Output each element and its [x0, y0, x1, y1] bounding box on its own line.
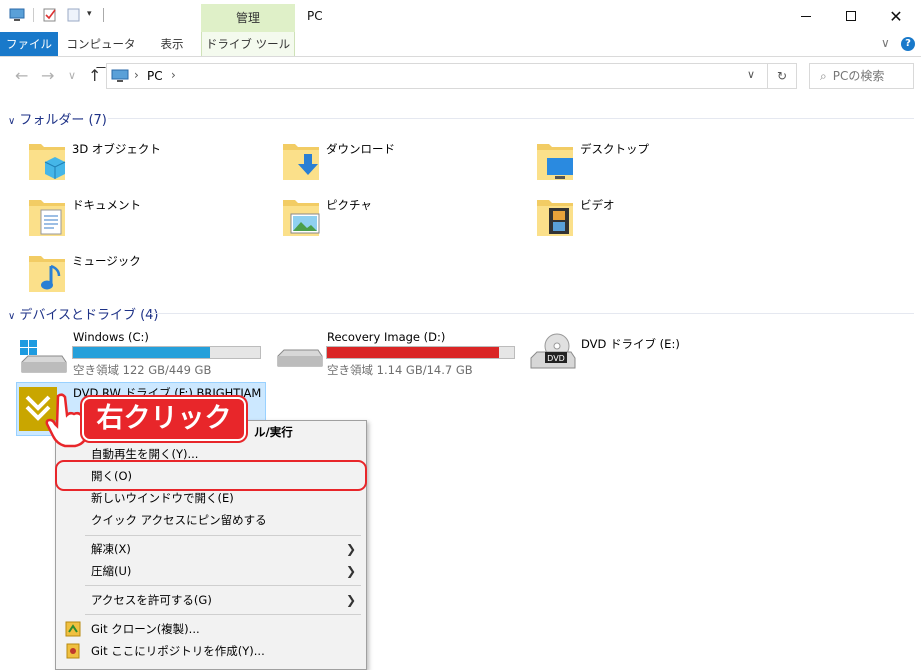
downloads-icon [283, 144, 319, 180]
ribbon-tabs: ファイル コンピューター 表示 ドライブ ツール ∨ ? [0, 32, 921, 75]
drive-name: DVD ドライブ (E:) [581, 337, 680, 351]
menu-item-git-clone[interactable]: Git クローン(複製)... [56, 618, 366, 640]
submenu-arrow-icon: ❯ [345, 542, 356, 556]
context-menu: ル/実行 自動再生を開く(Y)... 開く(O) 新しいウインドウで開く(E) … [55, 420, 367, 670]
manage-context-tab[interactable]: 管理 [201, 4, 295, 32]
drive-free-space: 空き領域 122 GB/449 GB [73, 363, 212, 377]
minimize-button[interactable] [783, 0, 829, 32]
folder-label: ビデオ [580, 198, 615, 212]
folder-label: デスクトップ [580, 142, 649, 156]
drive-free-space: 空き領域 1.14 GB/14.7 GB [327, 363, 473, 377]
menu-item-extract[interactable]: 解凍(X) ❯ [56, 538, 366, 560]
help-icon[interactable]: ? [901, 37, 915, 51]
videos-icon [537, 200, 573, 236]
menu-item-label: Git ここにリポジトリを作成(Y)... [91, 644, 265, 658]
computer-icon [111, 69, 129, 82]
hard-drive-icon [20, 340, 67, 373]
folder-label: 3D オブジェクト [72, 142, 161, 156]
menu-item-label: アクセスを許可する(G) [91, 593, 212, 607]
breadcrumb-separator-icon[interactable]: › [171, 68, 176, 82]
menu-item-compress[interactable]: 圧縮(U) ❯ [56, 560, 366, 582]
folder-label: ピクチャ [326, 198, 372, 212]
tab-computer[interactable]: コンピューター [62, 32, 140, 75]
menu-separator [85, 535, 361, 536]
folder-documents[interactable]: ドキュメント [27, 194, 227, 244]
divider [150, 313, 914, 314]
folder-3d-objects[interactable]: 3D オブジェクト [27, 138, 227, 188]
refresh-button[interactable]: ↻ [768, 63, 797, 89]
desktop-icon [537, 144, 573, 180]
folders-group-header[interactable]: ∨ フォルダー (7) [8, 109, 107, 128]
tab-file[interactable]: ファイル [0, 32, 58, 56]
menu-item-pin-quick-access[interactable]: クイック アクセスにピン留めする [56, 509, 366, 531]
menu-item-give-access[interactable]: アクセスを許可する(G) ❯ [56, 589, 366, 611]
search-placeholder: PCの検索 [832, 69, 885, 83]
title-bar: ▾ 管理 PC ✕ [0, 0, 921, 32]
menu-item-git-create-repo[interactable]: Git ここにリポジトリを作成(Y)... [56, 640, 366, 662]
drive-usage-bar [72, 346, 261, 359]
dvd-drive-icon: DVD [530, 333, 576, 369]
folder-music[interactable]: ミュージック [27, 250, 227, 300]
folder-downloads[interactable]: ダウンロード [281, 138, 481, 188]
drive-name: Recovery Image (D:) [327, 330, 446, 344]
folder-desktop[interactable]: デスクトップ [535, 138, 735, 188]
address-dropdown-icon[interactable]: ∨ [747, 68, 755, 81]
up-icon[interactable]: ↑ [88, 66, 101, 85]
collapse-chevron-icon[interactable]: ∨ [8, 116, 15, 127]
folder-label: ミュージック [72, 254, 141, 268]
folder-label: ダウンロード [326, 142, 395, 156]
close-button[interactable]: ✕ [873, 0, 919, 32]
3d-objects-icon [29, 144, 66, 180]
submenu-arrow-icon: ❯ [345, 564, 356, 578]
collapse-chevron-icon[interactable]: ∨ [8, 311, 15, 322]
drive-dvd-e[interactable]: DVD DVD ドライブ (E:) [527, 330, 727, 380]
maximize-button[interactable] [828, 0, 874, 32]
search-input[interactable]: ⌕ PCの検索 [809, 63, 914, 89]
drive-windows-c[interactable]: Windows (C:) 空き領域 122 GB/449 GB [18, 328, 268, 378]
drive-name: Windows (C:) [73, 330, 149, 344]
recent-locations-icon[interactable]: ∨ [68, 69, 76, 82]
open-highlight-ring [55, 460, 367, 491]
expand-ribbon-icon[interactable]: ∨ [881, 36, 890, 50]
divider [108, 118, 914, 119]
menu-item-label: 圧縮(U) [91, 564, 132, 578]
search-icon: ⌕ [820, 69, 827, 83]
back-icon[interactable]: ← [15, 66, 28, 85]
svg-text:DVD: DVD [547, 354, 565, 363]
drive-recovery-d[interactable]: Recovery Image (D:) 空き領域 1.14 GB/14.7 GB [272, 328, 522, 378]
tab-drive-tools[interactable]: ドライブ ツール [201, 32, 295, 56]
new-folder-icon[interactable] [66, 8, 82, 22]
submenu-arrow-icon: ❯ [345, 593, 356, 607]
menu-separator [85, 585, 361, 586]
breadcrumb-pc[interactable]: PC [147, 69, 163, 83]
computer-icon [9, 8, 25, 21]
drive-usage-bar [326, 346, 515, 359]
git-clone-icon [65, 621, 81, 637]
breadcrumb-separator-icon: › [134, 68, 139, 82]
folder-label: ドキュメント [72, 198, 141, 212]
devices-group-header[interactable]: ∨ デバイスとドライブ (4) [8, 304, 159, 323]
menu-item-label: Git クローン(複製)... [91, 622, 200, 636]
menu-separator [85, 614, 361, 615]
pictures-icon [283, 200, 320, 236]
customize-qat-icon[interactable]: ▾ [87, 9, 92, 19]
address-bar[interactable]: › PC › ∨ [106, 63, 768, 89]
properties-icon[interactable] [42, 8, 58, 22]
git-repo-icon [66, 643, 80, 659]
folder-pictures[interactable]: ピクチャ [281, 194, 481, 244]
folder-videos[interactable]: ビデオ [535, 194, 735, 244]
forward-icon[interactable]: → [41, 66, 54, 85]
right-click-callout: 右クリック [82, 397, 246, 441]
tab-view[interactable]: 表示 [150, 32, 194, 56]
hard-drive-icon [277, 349, 323, 367]
documents-icon [29, 200, 65, 236]
window-title: PC [307, 9, 323, 23]
music-icon [29, 256, 65, 292]
menu-item-label: 解凍(X) [91, 542, 131, 556]
